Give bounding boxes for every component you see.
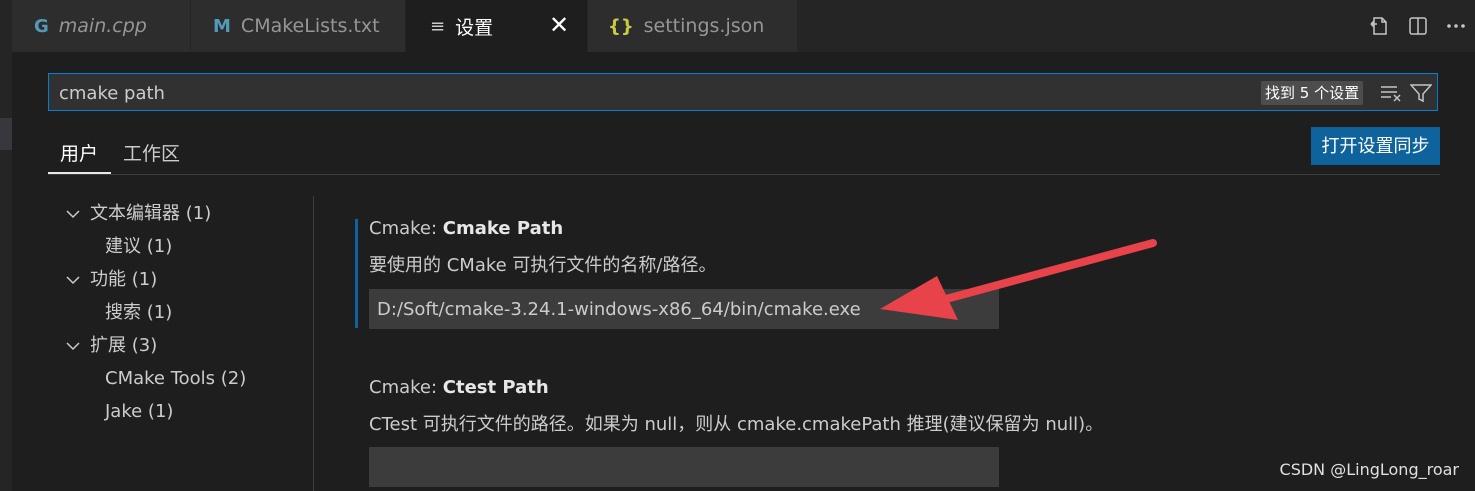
setting-description: CTest 可执行文件的路径。如果为 null，则从 cmake.cmakePa… [369,414,1104,435]
activity-marker [0,118,12,150]
toc-item-jake[interactable]: Jake (1) [105,398,173,426]
setting-title-ctest-path: Cmake: Ctest Path [369,377,549,398]
toc-label: 功能 (1) [90,269,158,290]
split-editor-icon[interactable] [1399,7,1437,45]
toc-item-search[interactable]: 搜索 (1) [105,299,172,327]
markdown-m-icon: M [213,15,231,37]
close-icon[interactable]: ✕ [547,13,571,37]
toc-label: 文本编辑器 (1) [90,203,212,224]
settings-document-icon: ≡ [430,15,446,37]
toc-item-features[interactable]: 功能 (1) [66,266,157,294]
setting-description: 要使用的 CMake 可执行文件的名称/路径。 [369,255,717,276]
settings-editor-window: G main.cpp M CMakeLists.txt ≡ 设置 ✕ {} se… [0,0,1475,491]
tab-workspace-settings[interactable]: 工作区 [123,139,180,166]
more-actions-icon[interactable] [1437,7,1475,45]
editor-actions [1361,0,1475,52]
settings-search-box: 找到 5 个设置 [48,73,1438,111]
toc-item-suggestions[interactable]: 建议 (1) [105,233,172,261]
toc-divider [313,196,314,491]
tab-label: main.cpp [58,15,147,37]
setting-name: Ctest Path [442,377,549,398]
settings-search-input[interactable] [57,78,1241,108]
toc-item-cmake-tools[interactable]: CMake Tools (2) [105,365,246,393]
tab-settings[interactable]: ≡ 设置 ✕ [406,0,588,52]
setting-title-cmake-path: Cmake: Cmake Path [369,218,563,239]
scope-divider [48,174,1440,175]
tab-user-settings[interactable]: 用户 [60,139,98,166]
toc-label: 扩展 (3) [90,335,158,356]
focused-setting-indicator [355,219,358,328]
toc-label: Jake (1) [105,401,174,422]
tab-label: settings.json [643,15,765,37]
tab-settings-json[interactable]: {} settings.json [588,0,798,52]
ctest-path-input[interactable] [369,447,999,487]
filter-icon[interactable] [1409,81,1433,105]
cmake-path-input[interactable] [369,289,999,329]
editor-tab-bar: G main.cpp M CMakeLists.txt ≡ 设置 ✕ {} se… [12,0,1475,52]
clear-filter-icon[interactable] [1379,81,1403,105]
chevron-down-icon [66,333,90,361]
cpp-file-icon: G [34,15,49,37]
toc-item-extensions[interactable]: 扩展 (3) [66,332,157,360]
tab-cmakelists[interactable]: M CMakeLists.txt [191,0,406,52]
setting-category: Cmake: [369,218,443,239]
setting-category: Cmake: [369,377,443,398]
chevron-down-icon [66,267,90,295]
toc-item-text-editor[interactable]: 文本编辑器 (1) [66,200,211,228]
tab-main-cpp[interactable]: G main.cpp [12,0,191,52]
activity-edge [0,0,12,491]
tab-label: CMakeLists.txt [240,15,380,37]
search-result-count: 找到 5 个设置 [1261,81,1364,105]
setting-name: Cmake Path [442,218,564,239]
json-braces-icon: {} [608,15,634,37]
toc-label: 搜索 (1) [105,302,173,323]
tab-label: 设置 [455,16,494,39]
open-settings-json-icon[interactable] [1361,7,1399,45]
chevron-down-icon [66,201,90,229]
toc-label: 建议 (1) [105,236,173,257]
toc-label: CMake Tools (2) [105,368,247,389]
watermark: CSDN @LingLong_roar [1279,460,1459,479]
turn-on-settings-sync-button[interactable]: 打开设置同步 [1311,127,1440,165]
